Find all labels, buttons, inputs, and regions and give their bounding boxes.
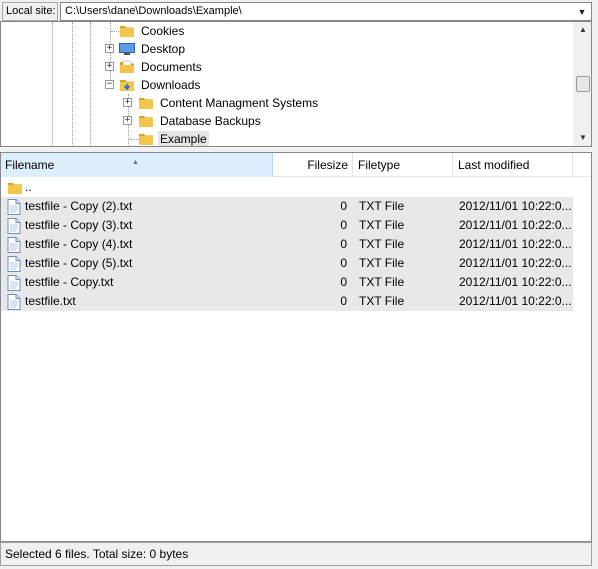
file-type: TXT File	[359, 218, 405, 232]
file-size: 0	[340, 218, 347, 232]
file-size: 0	[340, 275, 347, 289]
file-size: 0	[340, 237, 347, 251]
text-file-icon	[7, 218, 21, 234]
file-name: testfile - Copy (4).txt	[25, 237, 133, 251]
file-name: testfile - Copy (3).txt	[25, 218, 133, 232]
tree-node-label[interactable]: Documents	[139, 59, 204, 75]
column-header-filename[interactable]: ▲ Filename	[1, 153, 273, 177]
column-header-last-modified[interactable]: Last modified	[453, 153, 573, 177]
chevron-down-icon[interactable]: ▼	[575, 5, 589, 19]
text-file-icon	[7, 256, 21, 272]
local-site-label: Local site:	[2, 2, 58, 21]
column-header-filetype[interactable]: Filetype	[353, 153, 453, 177]
local-directory-tree[interactable]: Cookies + Desktop + Documents − Download…	[0, 21, 592, 147]
status-bar: Selected 6 files. Total size: 0 bytes	[0, 542, 592, 566]
local-site-path-combo[interactable]: C:\Users\dane\Downloads\Example\ ▼	[60, 2, 592, 21]
file-type: TXT File	[359, 199, 405, 213]
tree-connector	[72, 22, 73, 146]
folder-icon	[139, 134, 153, 145]
tree-node-label[interactable]: Cookies	[139, 23, 186, 39]
sort-ascending-icon: ▲	[132, 159, 139, 166]
text-file-icon	[7, 275, 21, 291]
expand-icon[interactable]: +	[105, 62, 114, 71]
column-header-label: Filename	[5, 158, 55, 172]
text-file-icon	[7, 199, 21, 215]
column-header-label: Filesize	[307, 158, 348, 172]
documents-folder-icon	[120, 60, 134, 73]
file-row[interactable]: testfile - Copy (3).txt 0 TXT File 2012/…	[1, 216, 573, 235]
file-size: 0	[340, 294, 347, 308]
tree-connector	[90, 22, 91, 146]
local-file-list[interactable]: ▲ Filename Filesize Filetype Last modifi…	[0, 152, 592, 542]
file-type: TXT File	[359, 237, 405, 251]
file-modified: 2012/11/01 10:22:0...	[459, 199, 571, 213]
file-row[interactable]: testfile - Copy (2).txt 0 TXT File 2012/…	[1, 197, 573, 216]
parent-directory-row[interactable]: ..	[1, 178, 573, 197]
file-modified: 2012/11/01 10:22:0...	[459, 256, 571, 270]
tree-node-label[interactable]: Example	[158, 131, 209, 146]
column-header-label: Last modified	[458, 158, 530, 172]
file-type: TXT File	[359, 256, 405, 270]
file-row[interactable]: testfile - Copy.txt 0 TXT File 2012/11/0…	[1, 273, 573, 292]
file-type: TXT File	[359, 275, 405, 289]
text-file-icon	[7, 294, 21, 310]
file-modified: 2012/11/01 10:22:0...	[459, 294, 571, 308]
file-modified: 2012/11/01 10:22:0...	[459, 275, 571, 289]
expand-icon[interactable]: +	[123, 98, 132, 107]
local-site-bar: Local site: C:\Users\dane\Downloads\Exam…	[0, 0, 598, 22]
file-name: testfile - Copy (2).txt	[25, 199, 133, 213]
text-file-icon	[7, 237, 21, 253]
file-row[interactable]: testfile - Copy (4).txt 0 TXT File 2012/…	[1, 235, 573, 254]
expand-icon[interactable]: +	[123, 116, 132, 125]
folder-icon	[120, 26, 134, 37]
file-size: 0	[340, 256, 347, 270]
file-name: testfile - Copy (5).txt	[25, 256, 133, 270]
scroll-up-icon[interactable]: ▲	[575, 22, 591, 38]
file-name: ..	[25, 180, 32, 194]
file-name: testfile - Copy.txt	[25, 275, 114, 289]
downloads-folder-icon	[120, 80, 134, 91]
desktop-icon	[119, 43, 135, 55]
tree-node-label[interactable]: Database Backups	[158, 113, 263, 129]
folder-icon	[139, 116, 153, 127]
file-type: TXT File	[359, 294, 405, 308]
file-size: 0	[340, 199, 347, 213]
file-modified: 2012/11/01 10:22:0...	[459, 218, 571, 232]
scrollbar-thumb[interactable]	[576, 76, 590, 92]
file-name: testfile.txt	[25, 294, 76, 308]
scroll-down-icon[interactable]: ▼	[575, 130, 591, 146]
local-site-path[interactable]: C:\Users\dane\Downloads\Example\	[65, 3, 242, 20]
tree-node-label[interactable]: Desktop	[139, 41, 187, 57]
file-list-header: ▲ Filename Filesize Filetype Last modifi…	[1, 153, 591, 177]
folder-icon	[139, 98, 153, 109]
file-modified: 2012/11/01 10:22:0...	[459, 237, 571, 251]
column-header-filesize[interactable]: Filesize	[273, 153, 353, 177]
tree-node-label[interactable]: Downloads	[139, 77, 202, 93]
folder-icon	[8, 183, 22, 194]
expand-icon[interactable]: +	[105, 44, 114, 53]
tree-connector	[52, 22, 53, 146]
file-row[interactable]: testfile - Copy (5).txt 0 TXT File 2012/…	[1, 254, 573, 273]
tree-scrollbar[interactable]: ▲ ▼	[574, 22, 591, 146]
collapse-icon[interactable]: −	[105, 80, 114, 89]
column-header-label: Filetype	[358, 158, 401, 172]
tree-node-label[interactable]: Content Managment Systems	[158, 95, 320, 111]
file-row[interactable]: testfile.txt 0 TXT File 2012/11/01 10:22…	[1, 292, 573, 311]
status-text: Selected 6 files. Total size: 0 bytes	[5, 547, 189, 561]
